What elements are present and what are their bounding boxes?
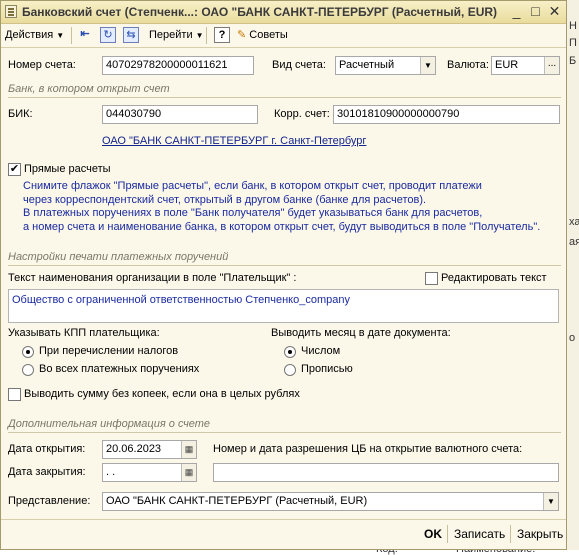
- bank-section-title: Банк, в котором открыт счет: [8, 83, 170, 95]
- kpp-all-radio[interactable]: [22, 364, 34, 376]
- close-date-label: Дата закрытия:: [8, 466, 86, 478]
- goto-menu[interactable]: Перейти ▼: [149, 27, 204, 43]
- save-button[interactable]: Записать: [454, 524, 505, 544]
- edit-text-label: Редактировать текст: [441, 272, 547, 284]
- month-words-radio[interactable]: [284, 364, 296, 376]
- currency-input[interactable]: EUR ...: [491, 56, 560, 75]
- background-text: П: [569, 37, 577, 49]
- chevron-down-icon[interactable]: ▼: [543, 493, 558, 510]
- month-words-label: Прописью: [301, 363, 353, 375]
- help-button[interactable]: ?: [214, 27, 230, 43]
- lightbulb-icon: ✎: [237, 29, 247, 41]
- account-number-label: Номер счета:: [8, 59, 76, 71]
- window-title: Банковский счет (Степченк...: ОАО "БАНК …: [22, 5, 498, 19]
- chevron-down-icon: ▼: [56, 31, 65, 40]
- actions-menu-label: Действия: [5, 29, 54, 41]
- close-window-button[interactable]: ✕: [546, 4, 563, 20]
- ok-button[interactable]: OK: [424, 524, 442, 544]
- account-type-label: Вид счета:: [272, 59, 326, 71]
- bik-input[interactable]: 044030790: [102, 105, 258, 124]
- payer-name-label: Текст наименования организации в поле "П…: [8, 272, 297, 284]
- footer-divider: [447, 525, 448, 543]
- direct-settlements-info: Снимите флажок "Прямые расчеты", если ба…: [23, 180, 541, 233]
- toolbar-divider: [71, 27, 72, 44]
- account-type-select[interactable]: Расчетный ▼: [335, 56, 436, 75]
- open-date-label: Дата открытия:: [8, 443, 86, 455]
- month-format-label: Выводить месяц в дате документа:: [271, 327, 451, 339]
- calendar-icon[interactable]: ▦: [181, 441, 196, 458]
- section-divider: [8, 265, 561, 266]
- representation-select[interactable]: ОАО "БАНК САНКТ-ПЕТЕРБУРГ (Расчетный, EU…: [102, 492, 559, 511]
- account-type-value: Расчетный: [339, 59, 395, 71]
- title-bar[interactable]: Банковский счет (Степченк...: ОАО "БАНК …: [1, 1, 566, 24]
- minimize-button[interactable]: _: [508, 4, 525, 20]
- background-window-edge: Н П Б ха ая о: [567, 0, 579, 550]
- tips-button[interactable]: ✎ Советы: [237, 27, 288, 43]
- background-text: о: [569, 332, 576, 344]
- chevron-down-icon[interactable]: ▼: [420, 57, 435, 74]
- direct-settlements-label: Прямые расчеты: [24, 163, 111, 175]
- close-date-input[interactable]: . . ▦: [102, 463, 197, 482]
- background-text: ха: [569, 216, 579, 228]
- cb-permission-input[interactable]: [213, 463, 559, 482]
- actions-menu[interactable]: Действия ▼: [5, 27, 64, 43]
- currency-label: Валюта:: [447, 59, 489, 71]
- background-text: Б: [569, 55, 577, 67]
- close-date-value: . .: [106, 466, 116, 478]
- section-divider: [8, 432, 561, 433]
- kpp-taxes-label: При перечислении налогов: [39, 345, 179, 357]
- bank-account-window: Банковский счет (Степченк...: ОАО "БАНК …: [0, 0, 567, 550]
- bank-link[interactable]: ОАО "БАНК САНКТ-ПЕТЕРБУРГ г. Санкт-Петер…: [102, 135, 366, 147]
- account-number-input[interactable]: 40702978200000011621: [102, 56, 254, 75]
- refresh-icon[interactable]: ↻: [100, 27, 116, 43]
- edit-text-checkbox[interactable]: [425, 272, 438, 285]
- structure-icon[interactable]: ⇆: [123, 27, 139, 43]
- calendar-icon[interactable]: ▦: [181, 464, 196, 481]
- maximize-button[interactable]: □: [527, 4, 544, 20]
- background-text: ая: [569, 236, 579, 248]
- bik-label: БИК:: [8, 108, 33, 120]
- direct-settlements-checkbox[interactable]: ✔: [8, 163, 21, 176]
- footer-divider: [510, 525, 511, 543]
- kpp-taxes-radio[interactable]: [22, 346, 34, 358]
- toolbar-divider: [206, 27, 207, 44]
- tips-label: Советы: [249, 29, 288, 41]
- goto-menu-label: Перейти: [149, 29, 193, 41]
- open-date-value: 20.06.2023: [106, 443, 162, 455]
- representation-value: ОАО "БАНК САНКТ-ПЕТЕРБУРГ (Расчетный, EU…: [106, 495, 368, 507]
- toolbar: Действия ▼ ⇤ ↻ ⇆ Перейти ▼ ? ✎ Советы: [1, 24, 566, 48]
- close-button[interactable]: Закрыть: [517, 524, 563, 544]
- open-date-input[interactable]: 20.06.2023 ▦: [102, 440, 197, 459]
- currency-select-button[interactable]: ...: [544, 57, 559, 74]
- extra-section-header: Дополнительная информация о счете: [8, 418, 561, 433]
- print-section-header: Настройки печати платежных поручений: [8, 251, 561, 266]
- chevron-down-icon: ▼: [195, 31, 204, 40]
- section-divider: [8, 97, 561, 98]
- back-arrow-icon[interactable]: ⇤: [77, 27, 93, 43]
- extra-section-title: Дополнительная информация о счете: [8, 418, 211, 430]
- bank-section-header: Банк, в котором открыт счет: [8, 83, 561, 98]
- payer-name-textarea[interactable]: Общество с ограниченной ответственностью…: [8, 289, 559, 323]
- cb-permission-label: Номер и дата разрешения ЦБ на открытие в…: [213, 443, 523, 455]
- corr-account-input[interactable]: 30101810900000000790: [333, 105, 560, 124]
- footer-bar: OK Записать Закрыть: [1, 519, 566, 549]
- print-section-title: Настройки печати платежных поручений: [8, 251, 229, 263]
- corr-account-label: Корр. счет:: [274, 108, 330, 120]
- currency-value: EUR: [495, 59, 519, 71]
- month-number-radio[interactable]: [284, 346, 296, 358]
- no-kopecks-label: Выводить сумму без копеек, если она в це…: [24, 388, 300, 400]
- document-icon: [5, 5, 17, 18]
- background-text: Н: [569, 20, 577, 32]
- kpp-all-label: Во всех платежных поручениях: [39, 363, 200, 375]
- no-kopecks-checkbox[interactable]: [8, 388, 21, 401]
- month-number-label: Числом: [301, 345, 341, 357]
- kpp-label: Указывать КПП плательщика:: [8, 327, 160, 339]
- representation-label: Представление:: [8, 495, 91, 507]
